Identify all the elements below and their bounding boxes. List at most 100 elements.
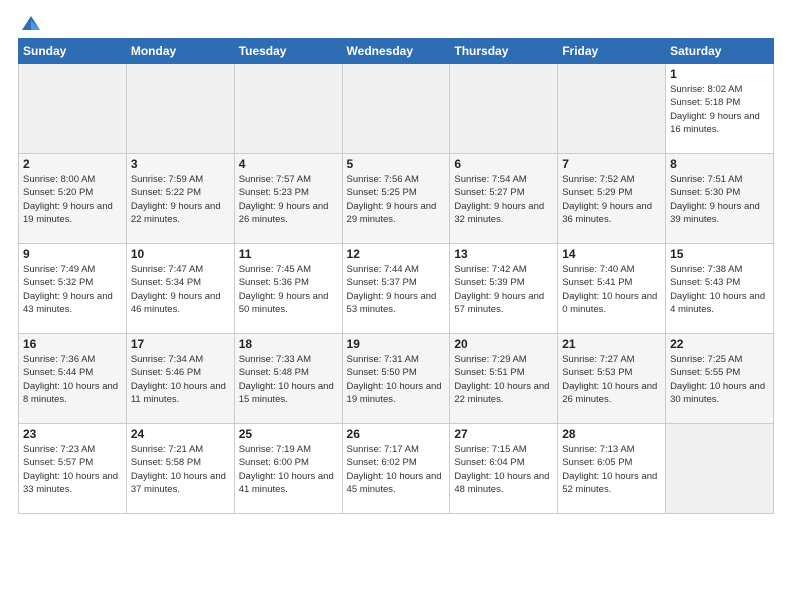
day-info: Sunrise: 7:15 AM Sunset: 6:04 PM Dayligh… bbox=[454, 443, 553, 496]
day-info: Sunrise: 7:25 AM Sunset: 5:55 PM Dayligh… bbox=[670, 353, 769, 406]
calendar-cell bbox=[558, 64, 666, 154]
day-number: 10 bbox=[131, 247, 230, 261]
day-info: Sunrise: 7:19 AM Sunset: 6:00 PM Dayligh… bbox=[239, 443, 338, 496]
calendar-cell: 1 Sunrise: 8:02 AM Sunset: 5:18 PM Daylig… bbox=[666, 64, 774, 154]
calendar-cell bbox=[342, 64, 450, 154]
day-info: Sunrise: 7:42 AM Sunset: 5:39 PM Dayligh… bbox=[454, 263, 553, 316]
day-number: 22 bbox=[670, 337, 769, 351]
day-number: 28 bbox=[562, 427, 661, 441]
day-number: 5 bbox=[347, 157, 446, 171]
calendar: SundayMondayTuesdayWednesdayThursdayFrid… bbox=[18, 38, 774, 514]
day-of-week-header: Saturday bbox=[666, 39, 774, 64]
calendar-cell: 15Sunrise: 7:38 AM Sunset: 5:43 PM Dayli… bbox=[666, 244, 774, 334]
day-number: 26 bbox=[347, 427, 446, 441]
day-of-week-header: Tuesday bbox=[234, 39, 342, 64]
calendar-cell: 22 Sunrise: 7:25 AM Sunset: 5:55 PM Dayli… bbox=[666, 334, 774, 424]
calendar-cell bbox=[19, 64, 127, 154]
calendar-week-row: 16 Sunrise: 7:36 AM Sunset: 5:44 PM Dayli… bbox=[19, 334, 774, 424]
day-info: Sunrise: 7:47 AM Sunset: 5:34 PM Dayligh… bbox=[131, 263, 230, 316]
day-info: Sunrise: 7:36 AM Sunset: 5:44 PM Dayligh… bbox=[23, 353, 122, 406]
calendar-cell: 19 Sunrise: 7:31 AM Sunset: 5:50 PM Dayli… bbox=[342, 334, 450, 424]
day-info: Sunrise: 7:45 AM Sunset: 5:36 PM Dayligh… bbox=[239, 263, 338, 316]
day-number: 16 bbox=[23, 337, 122, 351]
day-info: Sunrise: 7:34 AM Sunset: 5:46 PM Dayligh… bbox=[131, 353, 230, 406]
day-info: Sunrise: 7:56 AM Sunset: 5:25 PM Dayligh… bbox=[347, 173, 446, 226]
calendar-week-row: 23Sunrise: 7:23 AM Sunset: 5:57 PM Dayli… bbox=[19, 424, 774, 514]
day-number: 18 bbox=[239, 337, 338, 351]
day-number: 19 bbox=[347, 337, 446, 351]
calendar-cell: 16 Sunrise: 7:36 AM Sunset: 5:44 PM Dayli… bbox=[19, 334, 127, 424]
logo bbox=[18, 18, 42, 32]
calendar-week-row: 9 Sunrise: 7:49 AM Sunset: 5:32 PM Daylig… bbox=[19, 244, 774, 334]
day-number: 1 bbox=[670, 67, 769, 81]
day-number: 27 bbox=[454, 427, 553, 441]
calendar-cell: 9 Sunrise: 7:49 AM Sunset: 5:32 PM Daylig… bbox=[19, 244, 127, 334]
calendar-cell: 28 Sunrise: 7:13 AM Sunset: 6:05 PM Dayli… bbox=[558, 424, 666, 514]
day-of-week-header: Monday bbox=[126, 39, 234, 64]
day-of-week-header: Wednesday bbox=[342, 39, 450, 64]
day-info: Sunrise: 8:02 AM Sunset: 5:18 PM Dayligh… bbox=[670, 83, 769, 136]
calendar-cell bbox=[666, 424, 774, 514]
day-info: Sunrise: 7:29 AM Sunset: 5:51 PM Dayligh… bbox=[454, 353, 553, 406]
calendar-cell: 14Sunrise: 7:40 AM Sunset: 5:41 PM Dayli… bbox=[558, 244, 666, 334]
day-number: 8 bbox=[670, 157, 769, 171]
calendar-cell: 20 Sunrise: 7:29 AM Sunset: 5:51 PM Dayli… bbox=[450, 334, 558, 424]
calendar-cell: 5 Sunrise: 7:56 AM Sunset: 5:25 PM Daylig… bbox=[342, 154, 450, 244]
calendar-cell: 12Sunrise: 7:44 AM Sunset: 5:37 PM Dayli… bbox=[342, 244, 450, 334]
day-info: Sunrise: 7:44 AM Sunset: 5:37 PM Dayligh… bbox=[347, 263, 446, 316]
day-info: Sunrise: 7:57 AM Sunset: 5:23 PM Dayligh… bbox=[239, 173, 338, 226]
day-number: 14 bbox=[562, 247, 661, 261]
calendar-cell: 21 Sunrise: 7:27 AM Sunset: 5:53 PM Dayli… bbox=[558, 334, 666, 424]
calendar-cell: 25 Sunrise: 7:19 AM Sunset: 6:00 PM Dayli… bbox=[234, 424, 342, 514]
day-number: 23 bbox=[23, 427, 122, 441]
calendar-cell: 27 Sunrise: 7:15 AM Sunset: 6:04 PM Dayli… bbox=[450, 424, 558, 514]
calendar-cell: 24 Sunrise: 7:21 AM Sunset: 5:58 PM Dayli… bbox=[126, 424, 234, 514]
day-info: Sunrise: 7:49 AM Sunset: 5:32 PM Dayligh… bbox=[23, 263, 122, 316]
logo-icon bbox=[20, 14, 42, 32]
calendar-cell: 26 Sunrise: 7:17 AM Sunset: 6:02 PM Dayli… bbox=[342, 424, 450, 514]
day-number: 11 bbox=[239, 247, 338, 261]
calendar-cell bbox=[450, 64, 558, 154]
day-info: Sunrise: 7:59 AM Sunset: 5:22 PM Dayligh… bbox=[131, 173, 230, 226]
calendar-cell: 2 Sunrise: 8:00 AM Sunset: 5:20 PM Daylig… bbox=[19, 154, 127, 244]
day-number: 3 bbox=[131, 157, 230, 171]
day-number: 7 bbox=[562, 157, 661, 171]
day-number: 9 bbox=[23, 247, 122, 261]
calendar-cell: 23Sunrise: 7:23 AM Sunset: 5:57 PM Dayli… bbox=[19, 424, 127, 514]
day-number: 24 bbox=[131, 427, 230, 441]
calendar-week-row: 1 Sunrise: 8:02 AM Sunset: 5:18 PM Daylig… bbox=[19, 64, 774, 154]
calendar-cell: 17 Sunrise: 7:34 AM Sunset: 5:46 PM Dayli… bbox=[126, 334, 234, 424]
day-number: 2 bbox=[23, 157, 122, 171]
day-number: 21 bbox=[562, 337, 661, 351]
day-info: Sunrise: 7:52 AM Sunset: 5:29 PM Dayligh… bbox=[562, 173, 661, 226]
header bbox=[18, 18, 774, 32]
calendar-cell: 8Sunrise: 7:51 AM Sunset: 5:30 PM Daylig… bbox=[666, 154, 774, 244]
day-info: Sunrise: 7:54 AM Sunset: 5:27 PM Dayligh… bbox=[454, 173, 553, 226]
day-number: 20 bbox=[454, 337, 553, 351]
calendar-week-row: 2 Sunrise: 8:00 AM Sunset: 5:20 PM Daylig… bbox=[19, 154, 774, 244]
day-number: 6 bbox=[454, 157, 553, 171]
page: SundayMondayTuesdayWednesdayThursdayFrid… bbox=[0, 0, 792, 524]
day-info: Sunrise: 7:27 AM Sunset: 5:53 PM Dayligh… bbox=[562, 353, 661, 406]
calendar-cell: 10 Sunrise: 7:47 AM Sunset: 5:34 PM Dayli… bbox=[126, 244, 234, 334]
calendar-cell bbox=[234, 64, 342, 154]
calendar-cell: 3 Sunrise: 7:59 AM Sunset: 5:22 PM Daylig… bbox=[126, 154, 234, 244]
calendar-header-row: SundayMondayTuesdayWednesdayThursdayFrid… bbox=[19, 39, 774, 64]
day-info: Sunrise: 7:17 AM Sunset: 6:02 PM Dayligh… bbox=[347, 443, 446, 496]
calendar-cell: 18Sunrise: 7:33 AM Sunset: 5:48 PM Dayli… bbox=[234, 334, 342, 424]
day-info: Sunrise: 8:00 AM Sunset: 5:20 PM Dayligh… bbox=[23, 173, 122, 226]
day-info: Sunrise: 7:31 AM Sunset: 5:50 PM Dayligh… bbox=[347, 353, 446, 406]
day-number: 17 bbox=[131, 337, 230, 351]
day-info: Sunrise: 7:13 AM Sunset: 6:05 PM Dayligh… bbox=[562, 443, 661, 496]
day-number: 4 bbox=[239, 157, 338, 171]
calendar-cell: 7 Sunrise: 7:52 AM Sunset: 5:29 PM Daylig… bbox=[558, 154, 666, 244]
calendar-cell: 4 Sunrise: 7:57 AM Sunset: 5:23 PM Daylig… bbox=[234, 154, 342, 244]
day-of-week-header: Thursday bbox=[450, 39, 558, 64]
calendar-cell: 13 Sunrise: 7:42 AM Sunset: 5:39 PM Dayli… bbox=[450, 244, 558, 334]
calendar-cell: 6 Sunrise: 7:54 AM Sunset: 5:27 PM Daylig… bbox=[450, 154, 558, 244]
day-number: 25 bbox=[239, 427, 338, 441]
day-number: 13 bbox=[454, 247, 553, 261]
day-of-week-header: Friday bbox=[558, 39, 666, 64]
day-number: 15 bbox=[670, 247, 769, 261]
day-info: Sunrise: 7:21 AM Sunset: 5:58 PM Dayligh… bbox=[131, 443, 230, 496]
